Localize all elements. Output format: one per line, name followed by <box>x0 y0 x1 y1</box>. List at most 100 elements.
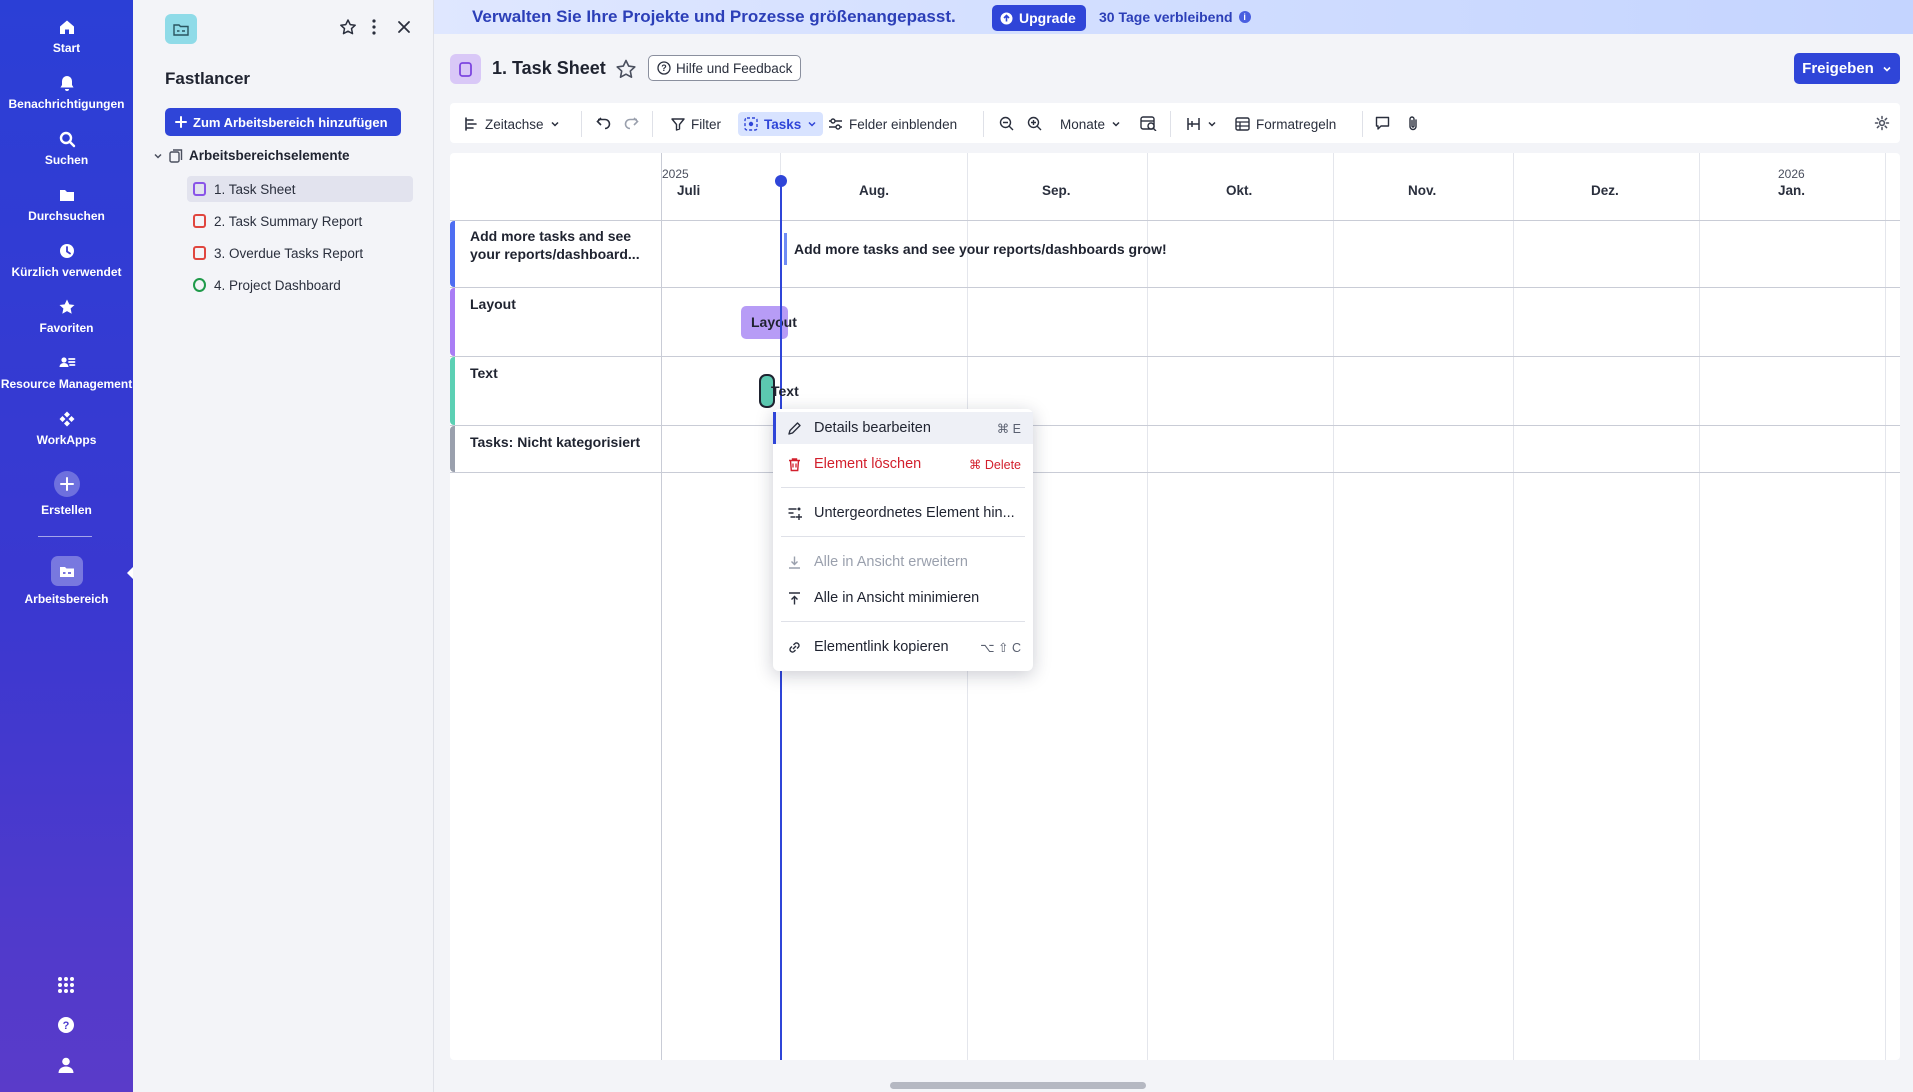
menu-separator <box>781 621 1025 622</box>
calendar-search-icon[interactable] <box>1140 115 1157 131</box>
name-column-divider <box>661 153 662 1060</box>
items-stack-icon <box>169 148 183 163</box>
column-layout-button[interactable] <box>1186 112 1217 136</box>
help-feedback-button[interactable]: ? Hilfe und Feedback <box>648 55 802 81</box>
rail-item-browse[interactable]: Durchsuchen <box>0 186 133 223</box>
workapps-icon <box>59 411 74 427</box>
help-circle-icon: ? <box>657 61 671 75</box>
tree-item-task-sheet[interactable]: 1. Task Sheet <box>187 176 413 202</box>
rail-label: Suchen <box>44 153 89 167</box>
row-name[interactable]: Text <box>470 364 650 382</box>
add-subitem-icon <box>788 507 802 520</box>
toolbar-divider <box>652 111 653 137</box>
zoom-out-icon[interactable] <box>999 116 1014 131</box>
menu-item-add-child-element[interactable]: Untergeordnetes Element hin... <box>773 497 1033 529</box>
workspace-title: Fastlancer <box>165 69 251 88</box>
zoom-in-icon[interactable] <box>1027 116 1042 131</box>
redo-icon[interactable] <box>623 116 639 130</box>
workspace-items-group[interactable]: Arbeitsbereichselemente <box>153 148 350 163</box>
report-icon <box>193 246 206 260</box>
rail-item-workapps[interactable]: WorkApps <box>0 410 133 447</box>
menu-item-delete-element[interactable]: Element löschen ⌘ Delete <box>773 448 1033 480</box>
comment-icon[interactable] <box>1375 116 1390 130</box>
report-icon <box>193 214 206 228</box>
tree-item-project-dashboard[interactable]: 4. Project Dashboard <box>187 272 413 298</box>
row-color-strip <box>450 288 455 356</box>
user-account-icon[interactable] <box>57 1056 75 1074</box>
settings-gear-icon[interactable] <box>1874 115 1890 131</box>
menu-item-shortcut: ⌘ Delete <box>968 457 1021 472</box>
apps-grid-icon[interactable] <box>56 975 76 995</box>
info-icon[interactable]: i <box>1238 11 1251 23</box>
grid-line <box>1333 153 1334 1060</box>
menu-item-copy-link[interactable]: Elementlink kopieren ⌥ ⇧ C <box>773 631 1033 663</box>
share-button[interactable]: Freigeben <box>1794 53 1900 84</box>
row-name[interactable]: Layout <box>470 295 650 313</box>
tree-item-label: 1. Task Sheet <box>214 181 296 197</box>
rail-item-recent[interactable]: Kürzlich verwendet <box>0 242 133 279</box>
rail-label: Arbeitsbereich <box>24 592 109 606</box>
rail-item-workspace[interactable]: Arbeitsbereich <box>0 556 133 606</box>
workspace-logo <box>165 14 197 44</box>
month-label: Nov. <box>1408 183 1437 198</box>
month-label: Aug. <box>859 183 889 198</box>
rail-label: Benachrichtigungen <box>8 97 125 111</box>
rail-item-notifications[interactable]: Benachrichtigungen <box>0 74 133 111</box>
month-label: Juli <box>677 183 701 198</box>
add-to-workspace-button[interactable]: Zum Arbeitsbereich hinzufügen <box>165 108 401 136</box>
favorite-star-icon[interactable] <box>615 58 637 80</box>
tasks-label: Tasks <box>764 116 802 132</box>
bell-icon <box>60 76 73 91</box>
svg-text:?: ? <box>661 63 667 73</box>
chevron-down-icon <box>551 121 559 127</box>
format-rules-button[interactable]: Formatregeln <box>1235 112 1336 136</box>
workspace-items-label: Arbeitsbereichselemente <box>189 148 350 163</box>
tree-item-task-summary-report[interactable]: 2. Task Summary Report <box>187 208 413 234</box>
more-options-icon[interactable] <box>371 18 377 36</box>
trial-remaining-label: 30 Tage verbleibend <box>1099 9 1233 25</box>
today-marker[interactable] <box>775 175 787 187</box>
banner-text: Verwalten Sie Ihre Projekte und Prozesse… <box>472 7 956 26</box>
rail-item-start[interactable]: Start <box>0 18 133 55</box>
task-bar-start-marker[interactable] <box>784 233 787 265</box>
zoom-unit-selector[interactable]: Monate <box>1060 112 1121 136</box>
row-color-strip <box>450 221 455 287</box>
help-icon[interactable]: ? <box>57 1016 75 1034</box>
rail-item-resource-management[interactable]: Resource Management <box>0 354 133 391</box>
row-name[interactable]: Tasks: Nicht kategorisiert <box>470 433 650 451</box>
menu-item-label: Details bearbeiten <box>814 420 931 436</box>
menu-item-collapse-all[interactable]: Alle in Ansicht minimieren <box>773 582 1033 614</box>
sheet-title: 1. Task Sheet <box>492 58 606 78</box>
grid-line <box>1699 153 1700 1060</box>
undo-icon[interactable] <box>596 116 612 130</box>
rail-item-create[interactable]: Erstellen <box>0 471 133 517</box>
upgrade-button[interactable]: Upgrade <box>992 5 1086 31</box>
tree-item-overdue-tasks-report[interactable]: 3. Overdue Tasks Report <box>187 240 413 266</box>
workspace-panel: Fastlancer Zum Arbeitsbereich hinzufügen… <box>133 0 434 1092</box>
task-bar-label[interactable]: Add more tasks and see your reports/dash… <box>794 241 1167 257</box>
favorite-star-icon[interactable] <box>339 18 357 36</box>
folder-icon <box>59 190 74 201</box>
close-icon[interactable] <box>397 20 411 34</box>
trial-remaining: 30 Tage verbleibend i <box>1099 9 1251 25</box>
tasks-group-button[interactable]: Tasks <box>738 112 824 136</box>
plus-icon <box>175 116 187 128</box>
rail-item-favorites[interactable]: Favoriten <box>0 298 133 335</box>
table-format-icon <box>1235 117 1250 131</box>
task-bar-label[interactable]: Layout <box>751 314 797 330</box>
rail-item-search[interactable]: Suchen <box>0 130 133 167</box>
row-name[interactable]: Add more tasks and see your reports/dash… <box>470 227 650 263</box>
task-bar-label[interactable]: Text <box>771 383 799 399</box>
rail-divider <box>38 536 92 537</box>
show-fields-button[interactable]: Felder einblenden <box>828 112 957 136</box>
menu-item-expand-all[interactable]: Alle in Ansicht erweitern <box>773 546 1033 578</box>
view-selector[interactable]: Zeitachse <box>464 112 560 136</box>
horizontal-scrollbar[interactable] <box>890 1082 1146 1089</box>
row-divider <box>450 356 1900 357</box>
row-divider <box>450 220 1900 221</box>
attachment-icon[interactable] <box>1407 115 1419 131</box>
trash-icon <box>789 457 800 471</box>
filter-button[interactable]: Filter <box>671 112 721 136</box>
menu-item-edit-details[interactable]: Details bearbeiten ⌘ E <box>773 412 1033 444</box>
chevron-down-icon <box>1883 66 1891 72</box>
